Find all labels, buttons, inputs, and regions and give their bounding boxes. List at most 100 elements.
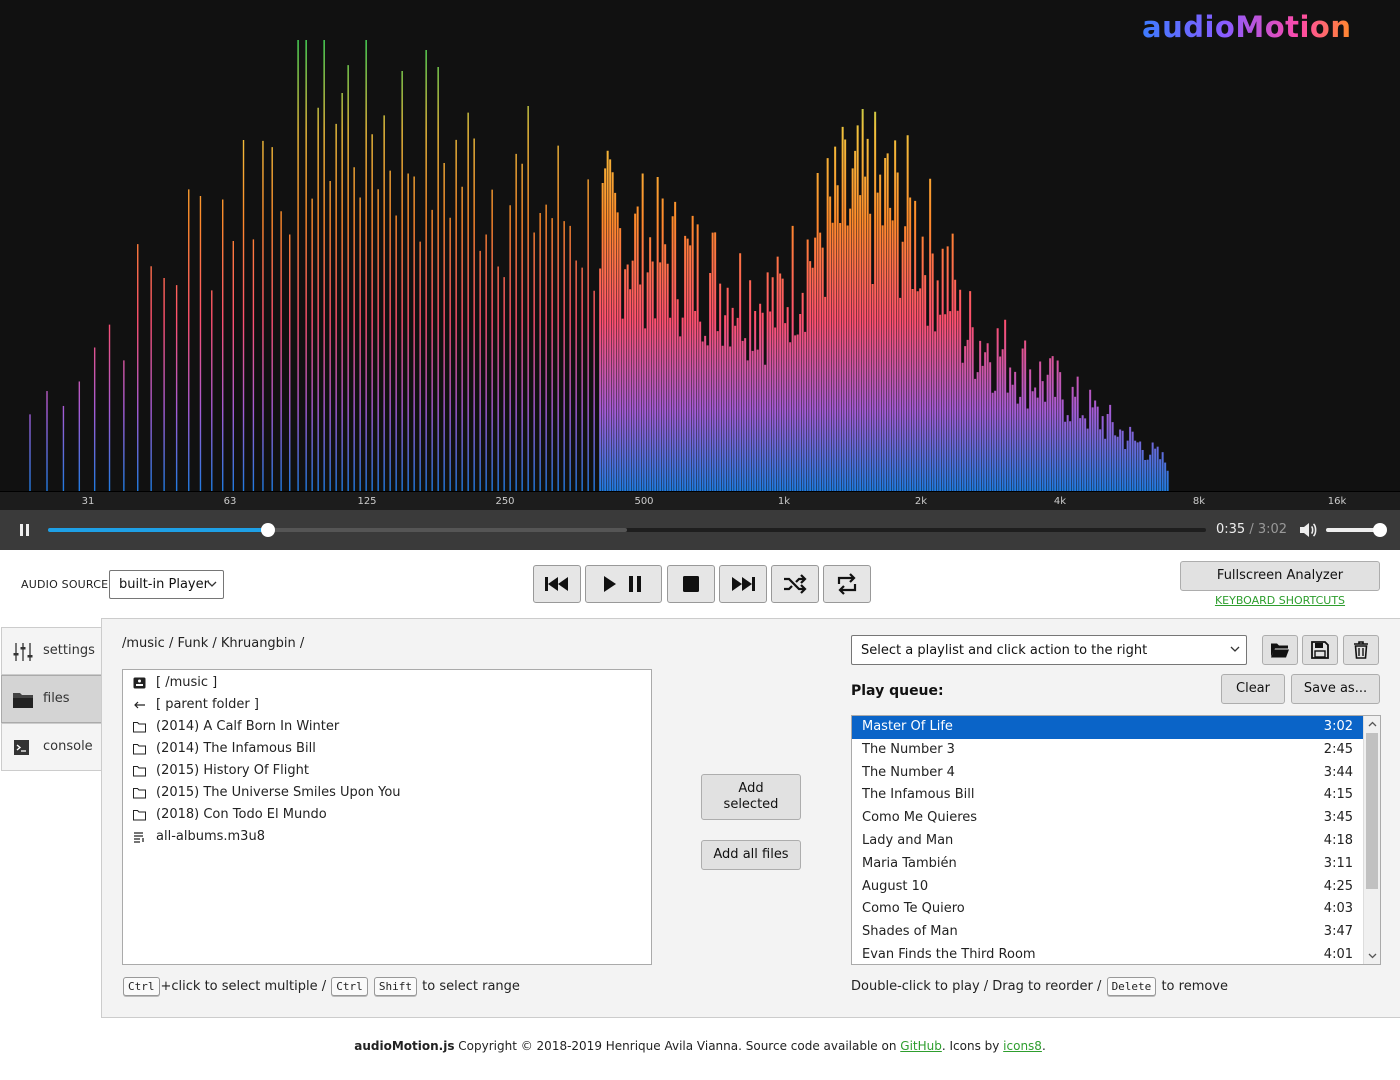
keyboard-shortcuts-link[interactable]: KEYBOARD SHORTCUTS [1180,594,1380,607]
add-all-files-button[interactable]: Add all files [701,840,801,870]
seek-handle[interactable] [261,523,276,537]
tab-files[interactable]: files [1,675,102,723]
file-browser-list[interactable]: [ /music ] [ parent folder ] (2014) A Ca… [122,669,652,965]
queue-item-duration: 4:01 [1323,946,1353,962]
file-item-folder[interactable]: (2015) The Universe Smiles Upon You [123,782,651,804]
file-item-folder[interactable]: (2014) The Infamous Bill [123,738,651,760]
queue-item-title: Shades of Man [862,924,958,940]
arrow-left-icon [134,701,145,709]
previous-track-button[interactable] [533,565,581,603]
frequency-label: 500 [634,496,654,507]
queue-item-duration: 3:44 [1323,764,1353,780]
add-selected-button[interactable]: Add selected [701,774,801,820]
queue-item-title: Como Me Quieres [862,810,978,826]
key-ctrl: Ctrl [331,977,368,996]
file-item-folder[interactable]: (2015) History Of Flight [123,760,651,782]
hint-text: to select range [422,979,520,994]
volume-handle[interactable] [1373,523,1387,537]
scrollbar-thumb[interactable] [1366,733,1378,889]
trash-icon [1354,641,1368,659]
queue-item-title: The Number 4 [862,764,955,780]
spectrum-bars [29,40,1169,491]
queue-item[interactable]: Master Of Life 3:02 [852,716,1363,739]
queue-item-duration: 4:15 [1323,787,1353,803]
queue-item[interactable]: Evan Finds the Third Room 4:01 [852,944,1363,964]
queue-item[interactable]: Lady and Man 4:18 [852,830,1363,853]
key-ctrl: Ctrl [123,977,160,996]
footer-brand: audioMotion.js [354,1039,455,1053]
play-pause-button[interactable] [585,565,662,603]
audio-source-select[interactable]: built-in Player [109,570,224,599]
queue-item-duration: 3:11 [1323,855,1353,871]
file-item-parent-folder[interactable]: [ parent folder ] [123,694,651,716]
queue-item-title: Lady and Man [862,832,954,848]
queue-item[interactable]: Maria También 3:11 [852,853,1363,876]
chevron-down-icon [207,581,217,587]
repeat-button[interactable] [823,565,871,603]
stop-button[interactable] [667,565,715,603]
save-as-button[interactable]: Save as... [1291,674,1380,704]
chevron-up-icon[interactable] [1368,720,1377,729]
queue-item[interactable]: August 10 4:25 [852,876,1363,899]
volume-slider[interactable] [1326,523,1387,537]
queue-item-title: The Number 3 [862,741,955,757]
file-item-folder[interactable]: (2014) A Calf Born In Winter [123,716,651,738]
play-queue-list[interactable]: Master Of Life 3:02 The Number 3 2:45 The … [851,715,1381,965]
volume-level [1326,528,1380,532]
tab-console[interactable]: console [1,723,102,771]
fullscreen-analyzer-button[interactable]: Fullscreen Analyzer [1180,561,1380,591]
time-display: 0:35 / 3:02 [1216,522,1287,537]
repeat-icon [837,573,857,595]
queue-item[interactable]: The Number 4 3:44 [852,762,1363,785]
queue-item-duration: 4:25 [1323,878,1353,894]
play-queue-title: Play queue: [851,683,944,699]
file-item-music-root[interactable]: [ /music ] [123,672,651,694]
frequency-label: 4k [1053,496,1067,507]
queue-item[interactable]: The Number 3 2:45 [852,739,1363,762]
file-selection-hint: Ctrl +click to select multiple / Ctrl Shi… [122,977,520,996]
frequency-label: 8k [1192,496,1206,507]
chevron-down-icon[interactable] [1368,951,1377,960]
queue-item[interactable]: Como Me Quieres 3:45 [852,807,1363,830]
shuffle-button[interactable] [771,565,819,603]
frequency-label: 1k [777,496,791,507]
queue-item[interactable]: The Infamous Bill 4:15 [852,784,1363,807]
file-label: all-albums.m3u8 [156,829,265,844]
file-item-folder[interactable]: (2018) Con Todo El Mundo [123,804,651,826]
queue-item[interactable]: Shades of Man 3:47 [852,921,1363,944]
queue-item[interactable]: Como Te Quiero 4:03 [852,898,1363,921]
playlist-file-icon [134,832,144,843]
hint-text: Double-click to play / Drag to reorder / [851,979,1102,994]
file-item-playlist[interactable]: all-albums.m3u8 [123,826,651,848]
frequency-label: 125 [357,496,377,507]
player-bar: 0:35 / 3:02 [0,510,1400,550]
playlist-select[interactable]: Select a playlist and click action to th… [851,635,1247,665]
audio-source-label: AUDIO SOURCE: [21,578,113,591]
queue-item-duration: 3:45 [1323,810,1353,826]
icons8-link[interactable]: icons8 [1003,1039,1042,1053]
playlist-select-value: Select a playlist and click action to th… [861,643,1148,658]
delete-playlist-button[interactable] [1343,635,1379,665]
pause-icon[interactable] [14,521,34,539]
key-delete: Delete [1106,977,1157,996]
queue-item-title: Evan Finds the Third Room [862,946,1036,962]
load-playlist-button[interactable] [1262,635,1298,665]
audio-source-value: built-in Player [119,577,209,592]
footer-text: Copyright © 2018-2019 Henrique Avila Via… [454,1039,901,1053]
folder-icon [133,722,146,733]
terminal-icon [14,740,29,755]
duration: 3:02 [1257,522,1288,537]
queue-item-title: August 10 [862,878,929,894]
save-playlist-button[interactable] [1302,635,1338,665]
clear-queue-button[interactable]: Clear [1221,674,1285,704]
time-separator: / [1249,522,1254,537]
tab-settings[interactable]: settings [1,627,102,675]
queue-scrollbar[interactable] [1363,716,1380,964]
files-panel: /music / Funk / Khruangbin / [ /music ] … [101,618,1400,1018]
volume-icon[interactable] [1298,521,1318,539]
next-track-button[interactable] [719,565,767,603]
seek-bar[interactable] [48,523,1206,537]
queue-item-duration: 3:47 [1323,924,1353,940]
sliders-icon [13,643,33,661]
github-link[interactable]: GitHub [900,1039,942,1053]
